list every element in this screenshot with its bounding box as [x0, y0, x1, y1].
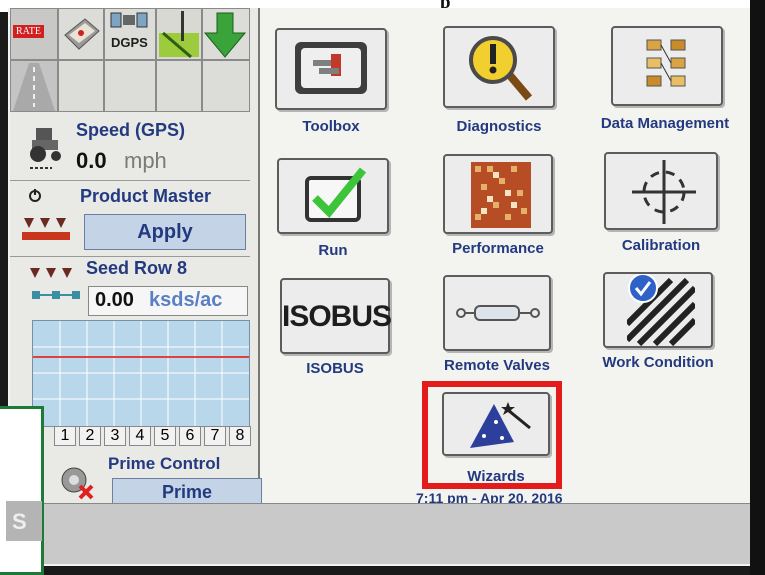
run-button[interactable]	[277, 158, 389, 234]
speed-value: 0.0	[76, 148, 107, 173]
apply-button[interactable]: Apply	[84, 214, 246, 250]
implement-icon	[159, 11, 199, 59]
data-tree-icon	[646, 39, 686, 87]
speed-section: Speed (GPS) 0.0 mph	[10, 114, 250, 181]
remote-valves-label: Remote Valves	[444, 357, 550, 374]
checkmark-icon	[305, 167, 367, 222]
work-condition-hatch-icon	[627, 274, 695, 346]
seed-rate-value: 0.00	[95, 289, 134, 311]
road-cell[interactable]	[10, 60, 58, 112]
row-number-6[interactable]: 6	[179, 426, 201, 446]
data-management-button[interactable]	[611, 26, 723, 106]
seed-row-label: Seed Row 8	[86, 258, 188, 278]
row-number-4[interactable]: 4	[129, 426, 151, 446]
magnifier-warning-icon	[469, 36, 533, 101]
overlay-panel: S	[0, 406, 44, 575]
dgps-cell[interactable]: DGPS	[104, 8, 156, 60]
bottom-status-bar	[10, 503, 750, 564]
row-rate-graph	[32, 320, 250, 427]
performance-map-icon	[471, 162, 531, 228]
work-condition-label: Work Condition	[602, 354, 714, 371]
row-graph-grid	[33, 321, 249, 426]
row-number-1[interactable]: 1	[54, 426, 76, 446]
product-master-label: Product Master	[80, 186, 212, 206]
prime-button[interactable]: Prime	[112, 478, 262, 506]
wizards-button[interactable]	[442, 392, 550, 456]
calibration-button[interactable]	[604, 152, 718, 230]
empty-cell-2[interactable]	[104, 60, 156, 112]
sensor-chain-icon	[32, 291, 80, 299]
remote-valves-button[interactable]	[443, 275, 551, 351]
seed-row-section: Seed Row 8 0.00 ksds/ac	[10, 256, 250, 316]
row-number-5[interactable]: 5	[154, 426, 176, 446]
overlay-button[interactable]: S	[6, 501, 42, 541]
dgps-label: DGPS	[111, 35, 148, 50]
toolbox-icon	[295, 42, 367, 94]
down-arrow-icon	[203, 12, 247, 58]
row-number-8[interactable]: 8	[229, 426, 251, 446]
power-icon	[29, 189, 41, 202]
diagnostics-button[interactable]	[443, 26, 555, 108]
row-number-strip: 1 2 3 4 5 6 7 8	[54, 426, 251, 446]
implement-cell[interactable]	[156, 8, 202, 60]
isobus-button[interactable]: ISOBUS	[280, 278, 392, 354]
left-status-panel: RATE DGPS Speed (GPS) 0.0 mph Product Ma…	[10, 8, 262, 511]
prime-button-label: Prime	[161, 482, 213, 502]
map-book-icon	[64, 18, 100, 50]
wizard-hat-icon	[470, 402, 531, 448]
seed-rate-field: 0.00 ksds/ac	[88, 286, 248, 316]
calibration-label: Calibration	[621, 237, 701, 254]
seed-row-icon	[30, 268, 72, 278]
work-condition-button[interactable]	[603, 272, 713, 348]
road-icon	[13, 63, 55, 111]
toolbox-button[interactable]	[275, 28, 387, 110]
rate-cell[interactable]: RATE	[10, 8, 58, 60]
planter-row-icon	[22, 218, 70, 240]
down-arrow-cell[interactable]	[202, 8, 250, 60]
isobus-icon-text: ISOBUS	[282, 300, 392, 333]
apply-button-label: Apply	[137, 221, 193, 243]
row-number-7[interactable]: 7	[204, 426, 226, 446]
wizards-label: Wizards	[467, 468, 525, 485]
speed-label: Speed (GPS)	[76, 120, 186, 140]
screen-bezel-right	[750, 0, 765, 575]
row-number-3[interactable]: 3	[104, 426, 126, 446]
empty-cell-4[interactable]	[202, 60, 250, 112]
empty-cell-1[interactable]	[58, 60, 104, 112]
isobus-label: ISOBUS	[306, 360, 364, 377]
prime-control-section: Prime Control Prime	[50, 450, 262, 510]
run-label: Run	[318, 242, 348, 259]
performance-label: Performance	[452, 240, 544, 257]
diagnostics-label: Diagnostics	[456, 118, 542, 135]
prime-disabled-icon	[61, 467, 94, 500]
product-master-section: Product Master Apply	[10, 180, 250, 257]
toolbox-label: Toolbox	[302, 118, 360, 135]
prime-control-label: Prime Control	[108, 454, 221, 473]
hydraulic-cylinder-icon	[456, 305, 540, 321]
tractor-icon	[30, 128, 61, 169]
overlay-button-text: S	[12, 509, 27, 534]
seed-rate-unit: ksds/ac	[149, 289, 223, 311]
rate-badge: RATE	[13, 25, 44, 38]
row-number-2[interactable]: 2	[79, 426, 101, 446]
speed-unit: mph	[124, 148, 167, 173]
crosshair-icon	[632, 160, 696, 224]
data-management-label: Data Management	[600, 115, 730, 132]
empty-cell-3[interactable]	[156, 60, 202, 112]
map-book-cell[interactable]	[58, 8, 104, 60]
performance-button[interactable]	[443, 154, 553, 234]
